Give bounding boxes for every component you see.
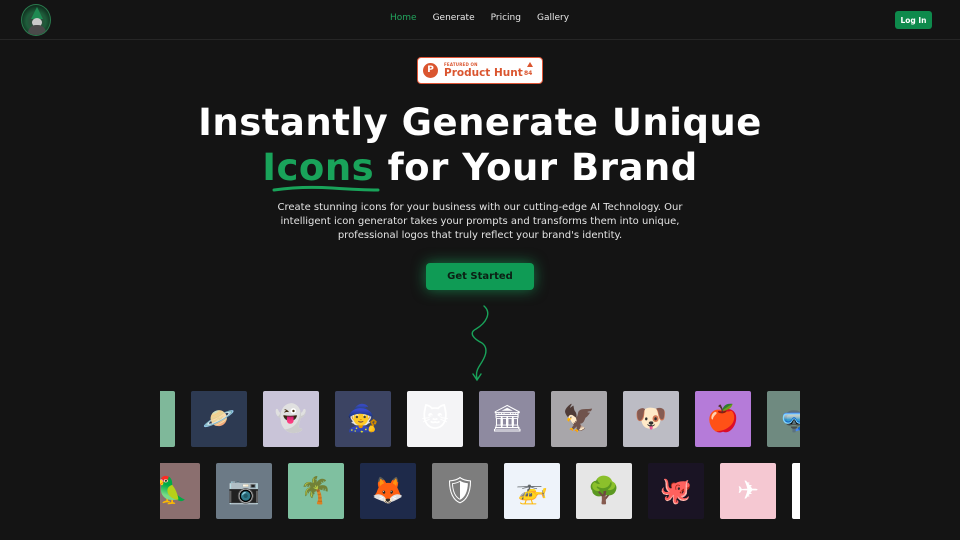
nav-links: Home Generate Pricing Gallery bbox=[390, 13, 569, 23]
parrot-icon: 🦜 bbox=[160, 476, 189, 506]
partial-icon-icon: ▮ bbox=[160, 391, 175, 447]
gallery-tile-bank-building[interactable]: 🏛 bbox=[479, 391, 535, 447]
puppy-icon: 🐶 bbox=[634, 404, 668, 434]
gallery-tile-red-eagle[interactable]: 🦅 bbox=[551, 391, 607, 447]
gallery-tile-tree[interactable]: 🌳 bbox=[576, 463, 632, 519]
gallery-tile-partial-icon[interactable]: ▮ bbox=[160, 391, 175, 447]
gallery-tile-white-cat[interactable]: 🐱 bbox=[407, 391, 463, 447]
gallery-tile-palm-tree[interactable]: 🌴 bbox=[288, 463, 344, 519]
gallery-tile-wizard[interactable]: 🧙 bbox=[335, 391, 391, 447]
headline-line1: Instantly Generate Unique bbox=[198, 101, 762, 144]
logo-body bbox=[28, 25, 46, 35]
upvote-arrow-icon bbox=[527, 62, 533, 67]
product-hunt-badge[interactable]: P FEATURED ON Product Hunt 84 bbox=[417, 57, 543, 84]
gallery-tile-airplane[interactable]: ✈ bbox=[720, 463, 776, 519]
nav-link-home[interactable]: Home bbox=[390, 13, 417, 23]
product-hunt-logo-icon: P bbox=[423, 63, 438, 78]
accent-underline-icon bbox=[272, 185, 380, 192]
partial-white-icon bbox=[792, 463, 800, 519]
helicopter-icon: 🚁 bbox=[515, 476, 549, 506]
get-started-button[interactable]: Get Started bbox=[426, 263, 534, 290]
red-apple-icon: 🍎 bbox=[706, 404, 740, 434]
nav-link-pricing[interactable]: Pricing bbox=[491, 13, 521, 23]
gallery-tile-fox[interactable]: 🦊 bbox=[360, 463, 416, 519]
gallery-tile-partial-diver[interactable]: 🤿 bbox=[767, 391, 800, 447]
red-eagle-icon: 🦅 bbox=[562, 404, 596, 434]
camera-icon: 📷 bbox=[227, 476, 261, 506]
gallery-tile-parrot[interactable]: 🦜 bbox=[160, 463, 200, 519]
palm-tree-icon: 🌴 bbox=[299, 476, 333, 506]
bank-building-icon: 🏛 bbox=[490, 404, 524, 434]
nav-link-generate[interactable]: Generate bbox=[433, 13, 475, 23]
airplane-icon: ✈ bbox=[737, 476, 759, 506]
nav-link-gallery[interactable]: Gallery bbox=[537, 13, 569, 23]
partial-diver-icon: 🤿 bbox=[778, 404, 800, 434]
gallery-row-1: ▮ 🪐 👻 🧙 🐱 🏛 🦅 🐶 🍎 🤿 bbox=[160, 391, 800, 447]
headline-rest: for Your Brand bbox=[374, 146, 698, 189]
top-navbar: Home Generate Pricing Gallery Log In bbox=[0, 0, 960, 40]
product-hunt-name: Product Hunt bbox=[444, 67, 523, 79]
fox-icon: 🦊 bbox=[371, 476, 405, 506]
gallery-tile-green-shield[interactable]: 🛡 bbox=[432, 463, 488, 519]
white-cat-icon: 🐱 bbox=[421, 404, 449, 434]
green-shield-icon: 🛡 bbox=[443, 476, 477, 506]
ghost-icon: 👻 bbox=[274, 404, 308, 434]
product-hunt-upvote-count: 84 bbox=[524, 70, 533, 77]
gallery-tile-red-apple[interactable]: 🍎 bbox=[695, 391, 751, 447]
gallery-tile-camera[interactable]: 📷 bbox=[216, 463, 272, 519]
gallery-tile-partial-white[interactable] bbox=[792, 463, 800, 519]
gallery-tile-astronaut-planet[interactable]: 🪐 bbox=[191, 391, 247, 447]
hero-subtitle: Create stunning icons for your business … bbox=[277, 202, 683, 241]
icon-gallery: ▮ 🪐 👻 🧙 🐱 🏛 🦅 🐶 🍎 🤿 🦜 📷 🌴 🦊 🛡 🚁 🌳 🐙 ✈ bbox=[160, 390, 800, 530]
login-button[interactable]: Log In bbox=[895, 11, 932, 29]
octopus-icon: 🐙 bbox=[659, 476, 693, 506]
headline-accent-word: Icons bbox=[262, 146, 375, 189]
gallery-tile-helicopter[interactable]: 🚁 bbox=[504, 463, 560, 519]
hero-headline: Instantly Generate Unique Icons for Your… bbox=[0, 100, 960, 190]
astronaut-planet-icon: 🪐 bbox=[202, 404, 236, 434]
gallery-row-2: 🦜 📷 🌴 🦊 🛡 🚁 🌳 🐙 ✈ bbox=[160, 463, 800, 519]
gallery-tile-octopus[interactable]: 🐙 bbox=[648, 463, 704, 519]
squiggle-arrow-icon bbox=[471, 305, 489, 382]
wizard-logo-icon[interactable] bbox=[21, 4, 51, 36]
gallery-tile-ghost[interactable]: 👻 bbox=[263, 391, 319, 447]
tree-icon: 🌳 bbox=[587, 476, 621, 506]
gallery-tile-puppy[interactable]: 🐶 bbox=[623, 391, 679, 447]
wizard-icon: 🧙 bbox=[346, 404, 380, 434]
